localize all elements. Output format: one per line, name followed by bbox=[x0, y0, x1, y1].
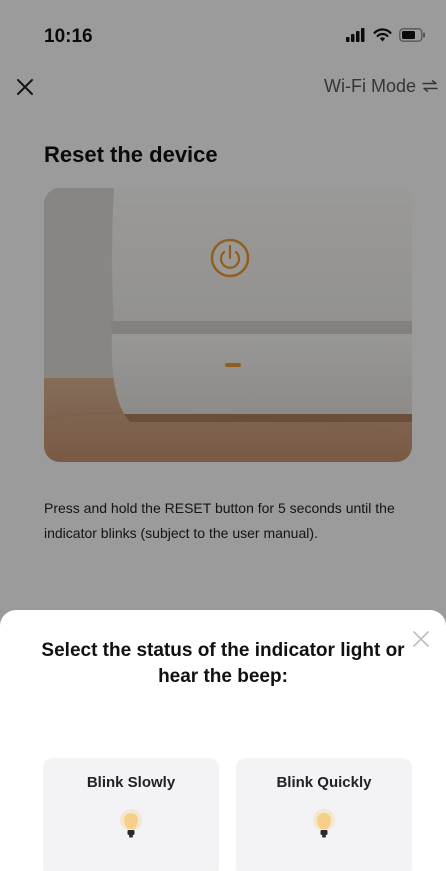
indicator-status-sheet: Select the status of the indicator light… bbox=[0, 610, 446, 871]
screen: 10:16 Wi-Fi Mode Reset the device Press … bbox=[0, 0, 446, 871]
sheet-title: Select the status of the indicator light… bbox=[41, 640, 405, 687]
bulb-icon bbox=[119, 808, 143, 853]
blink-quickly-option[interactable]: Blink Quickly bbox=[236, 758, 412, 871]
blink-slowly-option[interactable]: Blink Slowly bbox=[43, 758, 219, 871]
bulb-icon bbox=[312, 808, 336, 853]
option-label: Blink Slowly bbox=[86, 774, 176, 791]
option-label: Blink Quickly bbox=[276, 774, 372, 791]
